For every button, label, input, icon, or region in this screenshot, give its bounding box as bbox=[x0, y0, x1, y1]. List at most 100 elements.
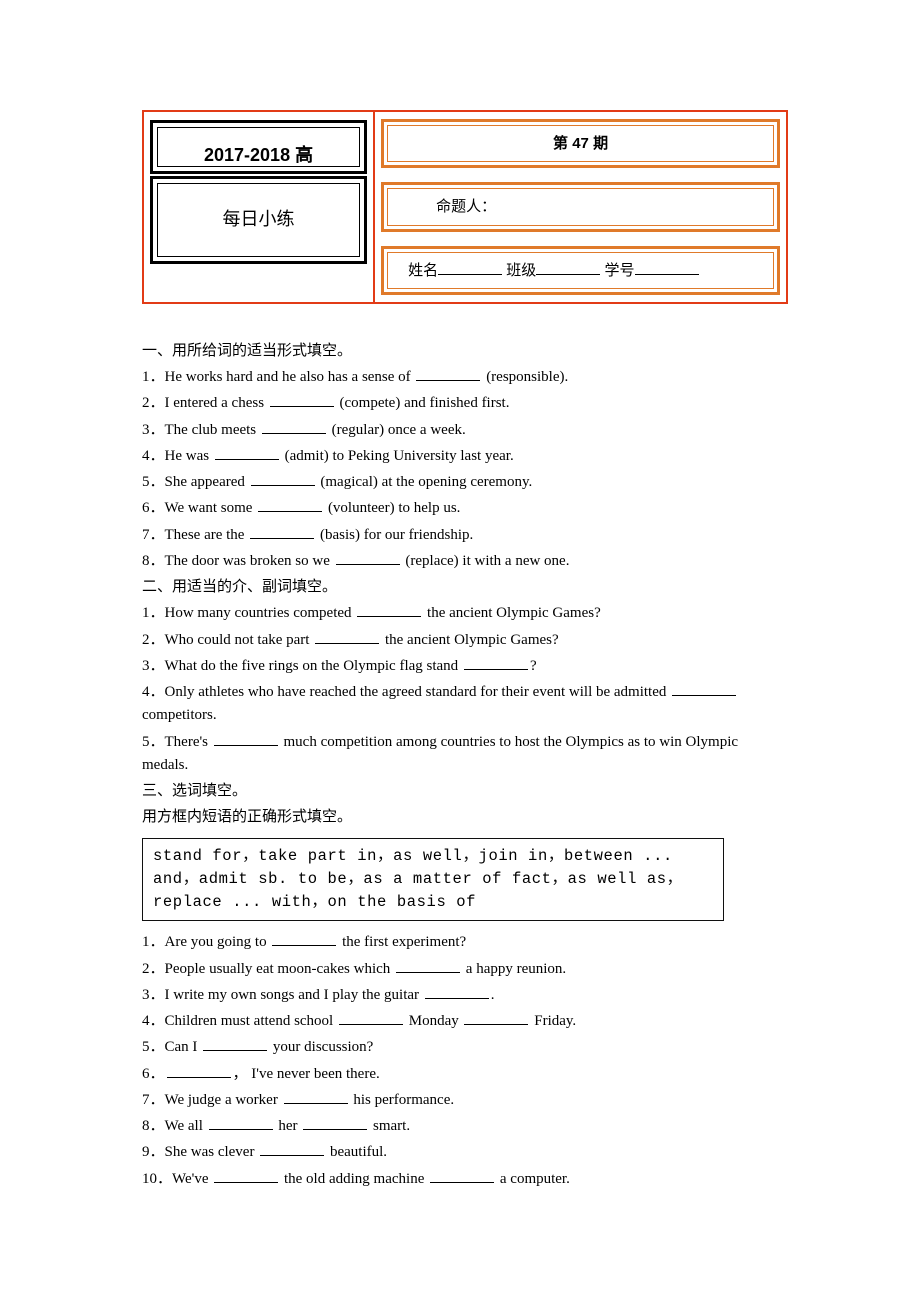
answer-blank[interactable] bbox=[270, 393, 334, 408]
answer-blank[interactable] bbox=[315, 629, 379, 644]
question-text-post: (basis) for our friendship. bbox=[316, 527, 473, 543]
class-label: 班级 bbox=[506, 262, 536, 279]
answer-blank[interactable] bbox=[214, 1168, 278, 1183]
answer-blank[interactable] bbox=[396, 958, 460, 973]
student-info-box: 姓名 班级 学号 bbox=[381, 246, 780, 295]
question-text-post: (regular) once a week. bbox=[328, 422, 466, 438]
question-text-part: smart. bbox=[369, 1118, 410, 1134]
question-text-part: 5．Can I bbox=[142, 1039, 201, 1055]
question-line: 8．The door was broken so we (replace) it… bbox=[142, 550, 788, 573]
worksheet-body: 一、用所给词的适当形式填空。 1．He works hard and he al… bbox=[142, 340, 788, 1191]
question-text-part: his performance. bbox=[350, 1092, 455, 1108]
answer-blank[interactable] bbox=[357, 603, 421, 618]
question-line: 5．Can I your discussion? bbox=[142, 1036, 788, 1059]
question-text-part: her bbox=[275, 1118, 302, 1134]
question-line: 2．Who could not take part the ancient Ol… bbox=[142, 629, 788, 652]
question-text-part: ， I've never been there. bbox=[233, 1066, 380, 1082]
answer-blank[interactable] bbox=[214, 731, 278, 746]
question-text-post: (responsible). bbox=[482, 369, 568, 385]
header-table: 2017-2018 高 每日小练 第 47 期 bbox=[142, 110, 788, 304]
section-2-items: 1．How many countries competed the ancien… bbox=[142, 602, 788, 777]
answer-blank[interactable] bbox=[336, 550, 400, 565]
section-3-title: 三、选词填空。 bbox=[142, 780, 788, 803]
question-line: 3．The club meets (regular) once a week. bbox=[142, 419, 788, 442]
question-line: 6．We want some (volunteer) to help us. bbox=[142, 497, 788, 520]
question-text-pre: 8．The door was broken so we bbox=[142, 553, 334, 569]
question-line: 5．She appeared (magical) at the opening … bbox=[142, 471, 788, 494]
question-line: 4．Children must attend school Monday Fri… bbox=[142, 1010, 788, 1033]
answer-blank[interactable] bbox=[272, 932, 336, 947]
sid-blank[interactable] bbox=[635, 260, 699, 275]
question-text-post: (replace) it with a new one. bbox=[402, 553, 570, 569]
answer-blank[interactable] bbox=[251, 472, 315, 487]
question-text-part: 10．We've bbox=[142, 1171, 212, 1187]
question-text-part: the old adding machine bbox=[280, 1171, 428, 1187]
question-text-post: ? bbox=[530, 658, 537, 674]
question-line: 1．Are you going to the first experiment? bbox=[142, 931, 788, 954]
answer-blank[interactable] bbox=[203, 1037, 267, 1052]
question-text-pre: 6．We want some bbox=[142, 500, 256, 516]
question-line: 10．We've the old adding machine a comput… bbox=[142, 1168, 788, 1191]
daily-practice-title: 每日小练 bbox=[223, 209, 295, 229]
section-2-title: 二、用适当的介、副词填空。 bbox=[142, 576, 788, 599]
question-text-post: (magical) at the opening ceremony. bbox=[317, 474, 533, 490]
question-text-pre: 3．What do the five rings on the Olympic … bbox=[142, 658, 462, 674]
question-text-pre: 1．How many countries competed bbox=[142, 605, 355, 621]
question-text-part: a computer. bbox=[496, 1171, 570, 1187]
question-text-part: 7．We judge a worker bbox=[142, 1092, 282, 1108]
answer-blank[interactable] bbox=[303, 1116, 367, 1131]
answer-blank[interactable] bbox=[209, 1116, 273, 1131]
question-text-post: the ancient Olympic Games? bbox=[381, 632, 558, 648]
question-text-post: (volunteer) to help us. bbox=[324, 500, 460, 516]
answer-blank[interactable] bbox=[250, 524, 314, 539]
class-blank[interactable] bbox=[536, 260, 600, 275]
header-left-top-box: 2017-2018 高 bbox=[150, 120, 367, 174]
question-text-part: Friday. bbox=[530, 1013, 576, 1029]
answer-blank[interactable] bbox=[284, 1089, 348, 1104]
section-1-title: 一、用所给词的适当形式填空。 bbox=[142, 340, 788, 363]
question-line: 5．There's much competition among countri… bbox=[142, 731, 788, 778]
question-text-part: 3．I write my own songs and I play the gu… bbox=[142, 987, 423, 1003]
question-text-post: (compete) and finished first. bbox=[336, 395, 510, 411]
question-text-pre: 7．These are the bbox=[142, 527, 248, 543]
author-label: 命题人： bbox=[436, 198, 496, 215]
answer-blank[interactable] bbox=[215, 445, 279, 460]
answer-blank[interactable] bbox=[262, 419, 326, 434]
phrase-bank-box: stand for，take part in，as well，join in，b… bbox=[142, 838, 724, 922]
issue-number-box: 第 47 期 bbox=[381, 119, 780, 168]
answer-blank[interactable] bbox=[464, 1011, 528, 1026]
answer-blank[interactable] bbox=[416, 367, 480, 382]
question-text-pre: 1．He works hard and he also has a sense … bbox=[142, 369, 414, 385]
question-line: 7．We judge a worker his performance. bbox=[142, 1089, 788, 1112]
answer-blank[interactable] bbox=[425, 984, 489, 999]
issue-suffix: 期 bbox=[593, 135, 608, 152]
question-line: 4．He was (admit) to Peking University la… bbox=[142, 445, 788, 468]
question-text-pre: 5．There's bbox=[142, 734, 212, 750]
question-line: 1．He works hard and he also has a sense … bbox=[142, 366, 788, 389]
question-text-part: the first experiment? bbox=[338, 934, 466, 950]
question-text-post: competitors. bbox=[142, 707, 217, 723]
year-range-text: 2017-2018 高 bbox=[204, 145, 313, 165]
question-text-part: 6． bbox=[142, 1066, 165, 1082]
question-line: 3．I write my own songs and I play the gu… bbox=[142, 984, 788, 1007]
name-blank[interactable] bbox=[438, 260, 502, 275]
section-3-instruction: 用方框内短语的正确形式填空。 bbox=[142, 806, 788, 829]
question-text-post: the ancient Olympic Games? bbox=[423, 605, 600, 621]
answer-blank[interactable] bbox=[167, 1063, 231, 1078]
answer-blank[interactable] bbox=[258, 498, 322, 513]
question-text-part: 4．Children must attend school bbox=[142, 1013, 337, 1029]
question-text-pre: 5．She appeared bbox=[142, 474, 249, 490]
answer-blank[interactable] bbox=[260, 1142, 324, 1157]
section-3-items: 1．Are you going to the first experiment?… bbox=[142, 931, 788, 1191]
question-text-pre: 2．Who could not take part bbox=[142, 632, 313, 648]
header-left-bottom-box: 每日小练 bbox=[150, 176, 367, 264]
question-line: 2．I entered a chess (compete) and finish… bbox=[142, 392, 788, 415]
answer-blank[interactable] bbox=[464, 655, 528, 670]
question-text-part: 8．We all bbox=[142, 1118, 207, 1134]
answer-blank[interactable] bbox=[339, 1011, 403, 1026]
question-text-pre: 4．He was bbox=[142, 448, 213, 464]
answer-blank[interactable] bbox=[430, 1168, 494, 1183]
question-text-part: 9．She was clever bbox=[142, 1144, 258, 1160]
issue-prefix: 第 bbox=[553, 135, 568, 152]
answer-blank[interactable] bbox=[672, 682, 736, 697]
